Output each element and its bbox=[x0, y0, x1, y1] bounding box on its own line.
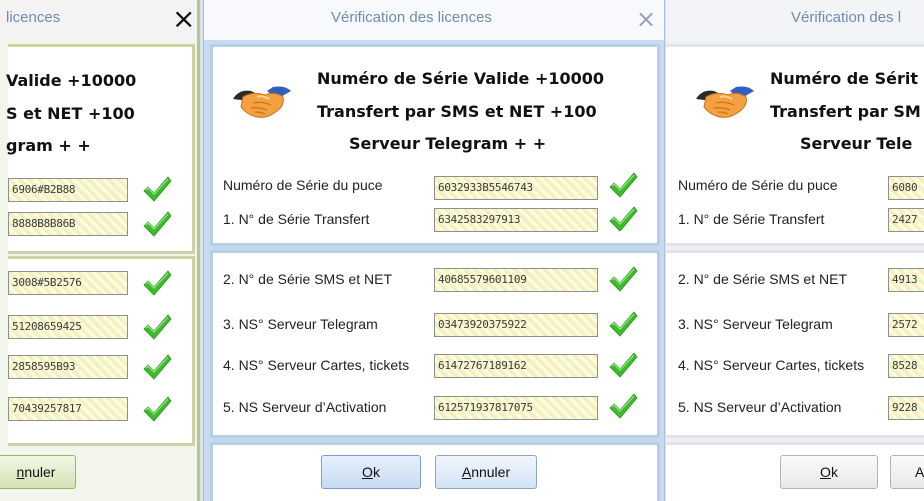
handshake-icon bbox=[690, 77, 760, 127]
ok-button[interactable]: Ok bbox=[780, 455, 878, 489]
center-header-panel: Numéro de Série Valide +10000 Transfert … bbox=[210, 44, 660, 246]
left-window-title: licences bbox=[6, 9, 61, 26]
center-button-panel: Ok Annuler bbox=[210, 442, 660, 501]
ok-mnemonic: O bbox=[820, 464, 831, 480]
serial-row-label: Numéro de Série du puce bbox=[678, 177, 838, 193]
serial-row-label: 3. NS° Serveur Telegram bbox=[678, 316, 833, 332]
left-license-window: licences × Valide +10000 S et NET +100 g… bbox=[0, 0, 200, 501]
handshake-icon bbox=[227, 77, 297, 127]
check-icon bbox=[142, 210, 172, 238]
serial-field-telegram[interactable]: 03473920375922 bbox=[434, 313, 598, 337]
center-heading-line2: Transfert par SMS et NET +100 bbox=[317, 102, 597, 121]
check-icon bbox=[142, 353, 172, 381]
check-icon bbox=[142, 313, 172, 341]
center-title-bar: Vérification des licences × bbox=[204, 0, 664, 40]
check-icon bbox=[608, 392, 638, 420]
center-heading-line1: Numéro de Série Valide +10000 bbox=[317, 69, 605, 88]
serial-row-label: 2. N° de Série SMS et NET bbox=[223, 271, 392, 287]
check-icon bbox=[608, 265, 638, 293]
serial-row-label: 2. N° de Série SMS et NET bbox=[678, 271, 847, 287]
ok-label-rest: k bbox=[372, 464, 380, 480]
right-serial-field[interactable]: 2427 bbox=[888, 208, 924, 232]
check-icon bbox=[608, 205, 638, 233]
right-heading-line3: Serveur Tele bbox=[800, 134, 913, 153]
check-icon bbox=[142, 395, 172, 423]
serial-row-label: 3. NS° Serveur Telegram bbox=[223, 316, 378, 332]
close-icon[interactable]: × bbox=[636, 6, 656, 32]
serial-field-activation[interactable]: 612571937817075 bbox=[434, 396, 598, 420]
center-window-title: Vérification des licences bbox=[331, 9, 492, 26]
right-serial-field[interactable]: 8528 bbox=[888, 354, 924, 378]
right-serial-field[interactable]: 6080 bbox=[888, 176, 924, 200]
check-icon bbox=[608, 351, 638, 379]
center-serials-panel: 2. N° de Série SMS et NET 40685579601109… bbox=[210, 250, 660, 438]
right-serial-field[interactable]: 2572 bbox=[888, 313, 924, 337]
serial-row-label: 5. NS Serveur d’Activation bbox=[223, 399, 387, 415]
cancel-mnemonic: A bbox=[461, 464, 472, 480]
right-title-bar: Vérification des l bbox=[666, 0, 924, 40]
cancel-label-rest: nuler bbox=[24, 464, 56, 480]
serial-row-label: 5. NS Serveur d’Activation bbox=[678, 399, 842, 415]
right-license-window: Vérification des l Numéro de Sérit Trans… bbox=[666, 0, 924, 501]
left-serial-field[interactable]: 8888B8B86B bbox=[8, 212, 128, 236]
center-heading-line3: Serveur Telegram + + bbox=[349, 134, 547, 153]
check-icon bbox=[608, 171, 638, 199]
serial-field-puce[interactable]: 6032933B5546743 bbox=[434, 176, 598, 200]
serial-row-label: Numéro de Série du puce bbox=[223, 177, 383, 193]
left-title-bar: licences × bbox=[0, 0, 197, 40]
check-icon bbox=[608, 310, 638, 338]
right-window-title: Vérification des l bbox=[791, 9, 902, 26]
left-serial-field[interactable]: 51208659425 bbox=[8, 315, 128, 339]
right-serial-field[interactable]: 9228 bbox=[888, 396, 924, 420]
right-header-panel: Numéro de Sérit Transfert par SM Serveur… bbox=[666, 44, 924, 246]
left-serial-field[interactable]: 3008#5B2576 bbox=[8, 271, 128, 295]
left-header-panel: Valide +10000 S et NET +100 gram + + 690… bbox=[6, 44, 195, 254]
serial-field-sms-net[interactable]: 40685579601109 bbox=[434, 268, 598, 292]
cancel-label-partial: A bbox=[915, 464, 924, 480]
left-heading-line1: Valide +10000 bbox=[6, 71, 137, 90]
right-heading-line2: Transfert par SM bbox=[770, 102, 921, 121]
left-serials-panel: 3008#5B2576 51208659425 2858595B93 70439… bbox=[8, 256, 195, 446]
serial-row-label: 1. N° de Série Transfert bbox=[223, 211, 370, 227]
serial-row-label: 1. N° de Série Transfert bbox=[678, 211, 825, 227]
ok-label-rest: k bbox=[830, 464, 838, 480]
serial-field-transfert[interactable]: 6342583297913 bbox=[434, 208, 598, 232]
check-icon bbox=[142, 269, 172, 297]
left-serial-field[interactable]: 6906#B2B88 bbox=[8, 178, 128, 202]
center-license-window: Vérification des licences × Numéro de Sé… bbox=[203, 0, 665, 501]
left-heading-line3: gram + + bbox=[6, 136, 91, 155]
cancel-button[interactable]: A bbox=[890, 455, 924, 489]
right-heading-line1: Numéro de Sérit bbox=[770, 69, 919, 88]
left-serial-field[interactable]: 2858595B93 bbox=[8, 355, 128, 379]
close-icon[interactable]: × bbox=[172, 5, 195, 33]
check-icon bbox=[142, 175, 172, 203]
cancel-button[interactable]: Annuler bbox=[435, 455, 537, 489]
right-serials-panel: 2. N° de Série SMS et NET 4913 3. NS° Se… bbox=[666, 250, 924, 438]
left-cancel-button[interactable]: nnuler bbox=[0, 455, 76, 489]
ok-mnemonic: O bbox=[362, 464, 373, 480]
ok-button[interactable]: Ok bbox=[321, 455, 421, 489]
serial-field-cartes-tickets[interactable]: 61472767189162 bbox=[434, 354, 598, 378]
right-serial-field[interactable]: 4913 bbox=[888, 268, 924, 292]
left-serial-field[interactable]: 70439257817 bbox=[8, 397, 128, 421]
right-button-panel: Ok A bbox=[666, 442, 924, 501]
serial-row-label: 4. NS° Serveur Cartes, tickets bbox=[678, 357, 865, 373]
cancel-label-rest: nnuler bbox=[471, 464, 511, 480]
left-heading-line2: S et NET +100 bbox=[6, 104, 135, 123]
serial-row-label: 4. NS° Serveur Cartes, tickets bbox=[223, 357, 410, 373]
